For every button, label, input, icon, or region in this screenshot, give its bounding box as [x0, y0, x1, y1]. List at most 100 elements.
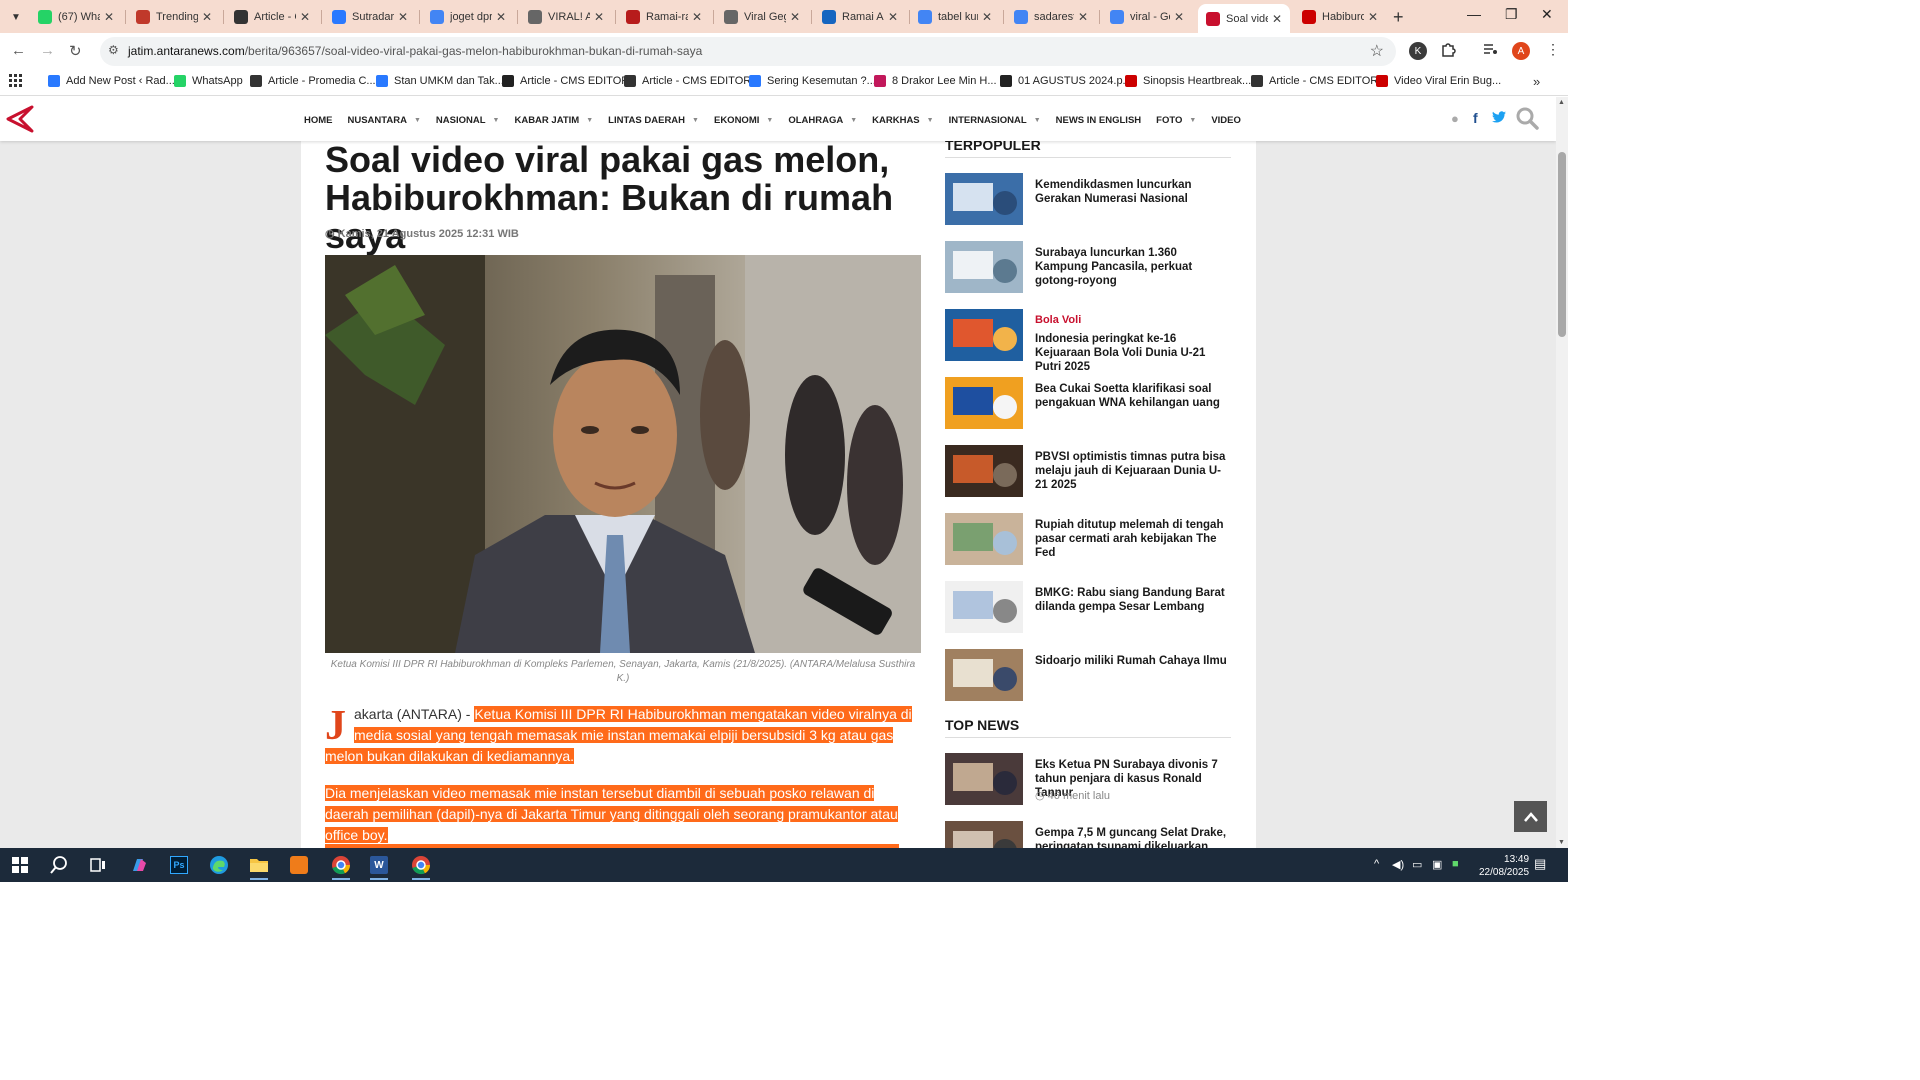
- news-thumbnail[interactable]: [945, 581, 1023, 633]
- news-thumbnail[interactable]: [945, 173, 1023, 225]
- reload-icon[interactable]: ↻: [69, 42, 82, 60]
- news-thumbnail[interactable]: [945, 241, 1023, 293]
- bookmark-item[interactable]: Sinopsis Heartbreak...: [1125, 75, 1251, 87]
- bookmark-item[interactable]: Add New Post ‹ Rad...: [48, 75, 175, 87]
- extensions-puzzle-icon[interactable]: [1440, 41, 1456, 60]
- display-icon[interactable]: ▣: [1432, 858, 1442, 871]
- start-windows-icon[interactable]: [9, 854, 31, 876]
- forward-icon[interactable]: →: [40, 42, 55, 59]
- browser-tab[interactable]: Article - CMS ✕: [226, 4, 318, 30]
- nav-item-lintas-daerah[interactable]: LINTAS DAERAH ▼: [608, 115, 699, 126]
- news-thumbnail[interactable]: [945, 445, 1023, 497]
- nav-item-olahraga[interactable]: OLAHRAGA ▼: [788, 115, 857, 126]
- category-kicker[interactable]: Bola Voli: [1035, 314, 1081, 326]
- close-tab-icon[interactable]: ✕: [104, 10, 114, 24]
- notification-icon[interactable]: ▤: [1534, 856, 1546, 872]
- top-news-item[interactable]: Gempa 7,5 M guncang Selat Drake, peringa…: [945, 821, 1231, 848]
- photoshop-icon[interactable]: Ps: [168, 854, 190, 876]
- browser-tab[interactable]: Viral Geger ✕: [716, 4, 808, 30]
- popular-item[interactable]: Surabaya luncurkan 1.360 Kampung Pancasi…: [945, 241, 1231, 293]
- bookmark-item[interactable]: 01 AGUSTUS 2024.p...: [1000, 75, 1132, 87]
- bookmark-item[interactable]: Sering Kesemutan ?...: [749, 75, 876, 87]
- browser-tab[interactable]: viral - Google ✕: [1102, 4, 1192, 30]
- close-tab-icon[interactable]: ✕: [790, 10, 800, 24]
- nav-item-foto[interactable]: FOTO ▼: [1156, 115, 1196, 126]
- edge-icon[interactable]: [208, 854, 230, 876]
- browser-tab[interactable]: Soal video ✕: [1198, 4, 1290, 33]
- copilot-icon[interactable]: [128, 854, 150, 876]
- news-title-link[interactable]: Surabaya luncurkan 1.360 Kampung Pancasi…: [1035, 246, 1231, 288]
- nav-item-internasional[interactable]: INTERNASIONAL ▼: [949, 115, 1041, 126]
- security-icon[interactable]: ■: [1452, 858, 1459, 870]
- tray-overflow-icon[interactable]: ^: [1374, 858, 1379, 870]
- scroll-down-icon[interactable]: ▼: [1558, 839, 1565, 846]
- browser-tab[interactable]: Ramai-ramai ✕: [618, 4, 710, 30]
- tab-search-chevron-icon[interactable]: ▼: [6, 7, 26, 27]
- apps-grid-icon[interactable]: [9, 74, 22, 90]
- media-control-icon[interactable]: [1482, 41, 1498, 60]
- bookmark-item[interactable]: Article - Promedia C...: [250, 75, 376, 87]
- browser-tab[interactable]: joget dpr ✕: [422, 4, 514, 30]
- browser-tab[interactable]: Ramai Aksi ✕: [814, 4, 906, 30]
- news-title-link[interactable]: Indonesia peringkat ke-16 Kejuaraan Bola…: [1035, 332, 1231, 374]
- nav-item-home[interactable]: HOME: [304, 115, 333, 126]
- news-title-link[interactable]: Rupiah ditutup melemah di tengah pasar c…: [1035, 518, 1231, 560]
- news-thumbnail[interactable]: [945, 821, 1023, 848]
- news-thumbnail[interactable]: [945, 513, 1023, 565]
- chrome-profile-taskbar-icon[interactable]: [410, 854, 432, 880]
- bookmark-item[interactable]: Article - CMS EDITOR: [624, 75, 751, 87]
- popular-item[interactable]: Kemendikdasmen luncurkan Gerakan Numeras…: [945, 173, 1231, 225]
- browser-tab[interactable]: tabel kurs ✕: [910, 4, 1000, 30]
- close-tab-icon[interactable]: ✕: [496, 10, 506, 24]
- nav-item-video[interactable]: VIDEO: [1211, 115, 1241, 126]
- news-thumbnail[interactable]: [945, 309, 1023, 361]
- task-view-icon[interactable]: [87, 854, 109, 876]
- search-taskbar-icon[interactable]: [48, 854, 70, 876]
- nav-item-kabar-jatim[interactable]: KABAR JATIM ▼: [514, 115, 593, 126]
- facebook-icon[interactable]: f: [1473, 110, 1478, 126]
- news-title-link[interactable]: Sidoarjo miliki Rumah Cahaya Ilmu: [1035, 654, 1231, 668]
- browser-tab[interactable]: sadarestu ✕: [1006, 4, 1096, 30]
- close-tab-icon[interactable]: ✕: [1078, 10, 1088, 24]
- popular-item[interactable]: BMKG: Rabu siang Bandung Barat dilanda g…: [945, 581, 1231, 633]
- news-title-link[interactable]: Kemendikdasmen luncurkan Gerakan Numeras…: [1035, 178, 1231, 206]
- nav-item-ekonomi[interactable]: EKONOMI ▼: [714, 115, 773, 126]
- close-tab-icon[interactable]: ✕: [300, 10, 310, 24]
- back-icon[interactable]: ←: [11, 42, 26, 59]
- popular-item[interactable]: Bola Voli Indonesia peringkat ke-16 Kejua…: [945, 309, 1231, 373]
- user-icon[interactable]: ●: [1451, 111, 1459, 126]
- popular-item[interactable]: PBVSI optimistis timnas putra bisa melaj…: [945, 445, 1231, 497]
- close-tab-icon[interactable]: ✕: [398, 10, 408, 24]
- bookmark-item[interactable]: Stan UMKM dan Tak...: [376, 75, 504, 87]
- nav-item-nusantara[interactable]: NUSANTARA ▼: [348, 115, 421, 126]
- bookmark-star-icon[interactable]: ☆: [1370, 41, 1384, 61]
- bookmark-item[interactable]: Video Viral Erin Bug...: [1376, 75, 1501, 87]
- browser-tab[interactable]: VIRAL! Aksi ✕: [520, 4, 612, 30]
- bookmark-item[interactable]: Article - CMS EDITOR: [1251, 75, 1378, 87]
- minimize-button[interactable]: —: [1467, 6, 1481, 22]
- article-hero-image[interactable]: [325, 255, 921, 653]
- popular-item[interactable]: Sidoarjo miliki Rumah Cahaya Ilmu: [945, 649, 1231, 701]
- extension-avatar-icon[interactable]: K: [1409, 42, 1427, 60]
- news-title-link[interactable]: PBVSI optimistis timnas putra bisa melaj…: [1035, 450, 1231, 492]
- ungrouped-app-icon[interactable]: [288, 854, 310, 876]
- menu-kebab-icon[interactable]: ⋮: [1546, 41, 1560, 58]
- browser-tab[interactable]: Sutradara ✕: [324, 4, 416, 30]
- word-icon[interactable]: W: [368, 854, 390, 880]
- close-tab-icon[interactable]: ✕: [982, 10, 992, 24]
- news-thumbnail[interactable]: [945, 649, 1023, 701]
- top-news-item[interactable]: Eks Ketua PN Surabaya divonis 7 tahun pe…: [945, 753, 1231, 805]
- news-thumbnail[interactable]: [945, 377, 1023, 429]
- close-tab-icon[interactable]: ✕: [692, 10, 702, 24]
- browser-tab[interactable]: Trending ✕: [128, 4, 220, 30]
- close-tab-icon[interactable]: ✕: [1368, 10, 1378, 24]
- twitter-icon[interactable]: [1492, 110, 1506, 126]
- bookmark-item[interactable]: Article - CMS EDITOR: [502, 75, 629, 87]
- antara-logo[interactable]: [6, 105, 34, 138]
- scroll-thumb[interactable]: [1558, 152, 1566, 337]
- bookmarks-overflow-icon[interactable]: »: [1533, 74, 1540, 89]
- new-tab-button[interactable]: +: [1393, 7, 1404, 28]
- close-window-button[interactable]: ✕: [1541, 6, 1553, 23]
- system-clock[interactable]: 13:49 22/08/2025: [1479, 853, 1529, 879]
- popular-item[interactable]: Bea Cukai Soetta klarifikasi soal pengak…: [945, 377, 1231, 429]
